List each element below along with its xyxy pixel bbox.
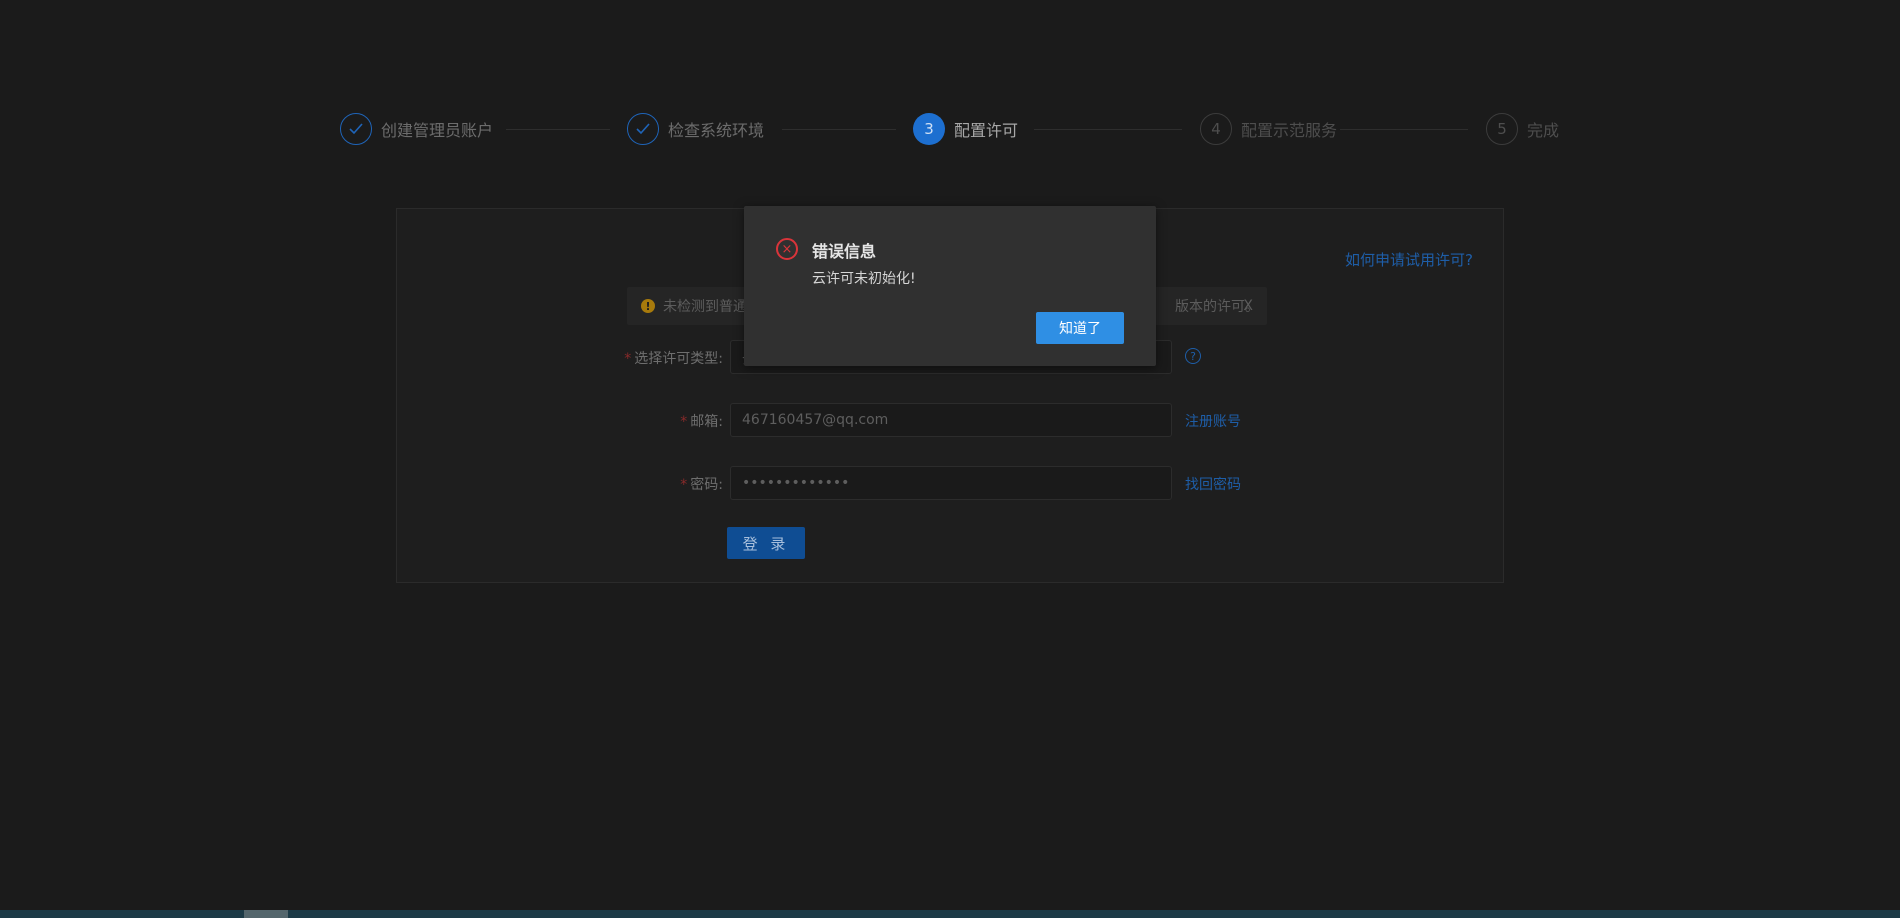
dialog-title: 错误信息 — [812, 242, 877, 261]
step-label: 配置许可 — [954, 121, 1019, 140]
dialog-message: 云许可未初始化! — [812, 271, 916, 287]
error-icon: × — [776, 238, 798, 260]
step-connector — [782, 129, 896, 130]
step-finish: 5 完成 — [1486, 112, 1559, 146]
step-configure-demo-service: 4 配置示范服务 — [1200, 112, 1337, 146]
email-label: * 邮箱: — [680, 414, 723, 430]
alert-text-start: 未检测到普通 — [663, 299, 747, 315]
step-create-admin: 创建管理员账户 — [340, 112, 493, 146]
step-number: 3 — [913, 113, 945, 145]
taskbar — [0, 910, 1900, 918]
step-connector — [506, 129, 610, 130]
got-it-button[interactable]: 知道了 — [1036, 312, 1124, 344]
step-connector — [1034, 129, 1182, 130]
step-label: 检查系统环境 — [668, 121, 765, 140]
check-icon — [627, 113, 659, 145]
register-account-link[interactable]: 注册账号 — [1185, 411, 1241, 431]
check-icon — [340, 113, 372, 145]
warning-icon: ! — [641, 299, 655, 313]
password-row: * 密码: ••••••••••••• 找回密码 — [397, 466, 1503, 500]
taskbar-item[interactable] — [244, 910, 288, 918]
step-label: 配置示范服务 — [1241, 121, 1338, 140]
email-row: * 邮箱: 467160457@qq.com 注册账号 — [397, 403, 1503, 437]
password-label: * 密码: — [680, 477, 723, 493]
step-number: 4 — [1200, 113, 1232, 145]
help-icon[interactable]: ? — [1185, 348, 1201, 364]
step-number: 5 — [1486, 113, 1518, 145]
password-input[interactable]: ••••••••••••• — [730, 466, 1172, 500]
login-button[interactable]: 登 录 — [727, 527, 805, 559]
step-configure-license: 3 配置许可 — [913, 112, 1018, 146]
step-label: 完成 — [1527, 121, 1560, 140]
step-check-environment: 检查系统环境 — [627, 112, 764, 146]
how-to-apply-trial-link[interactable]: 如何申请试用许可? — [1345, 249, 1473, 270]
recover-password-link[interactable]: 找回密码 — [1185, 474, 1241, 494]
setup-steps: 创建管理员账户 检查系统环境 3 配置许可 4 配置示范服务 5 完成 — [340, 112, 1560, 146]
license-type-label: * 选择许可类型: — [624, 351, 723, 367]
error-dialog: × 错误信息 云许可未初始化! 知道了 — [744, 206, 1156, 366]
email-input[interactable]: 467160457@qq.com — [730, 403, 1172, 437]
step-label: 创建管理员账户 — [381, 121, 494, 140]
step-connector — [1340, 129, 1468, 130]
close-icon[interactable]: X — [1243, 298, 1253, 314]
